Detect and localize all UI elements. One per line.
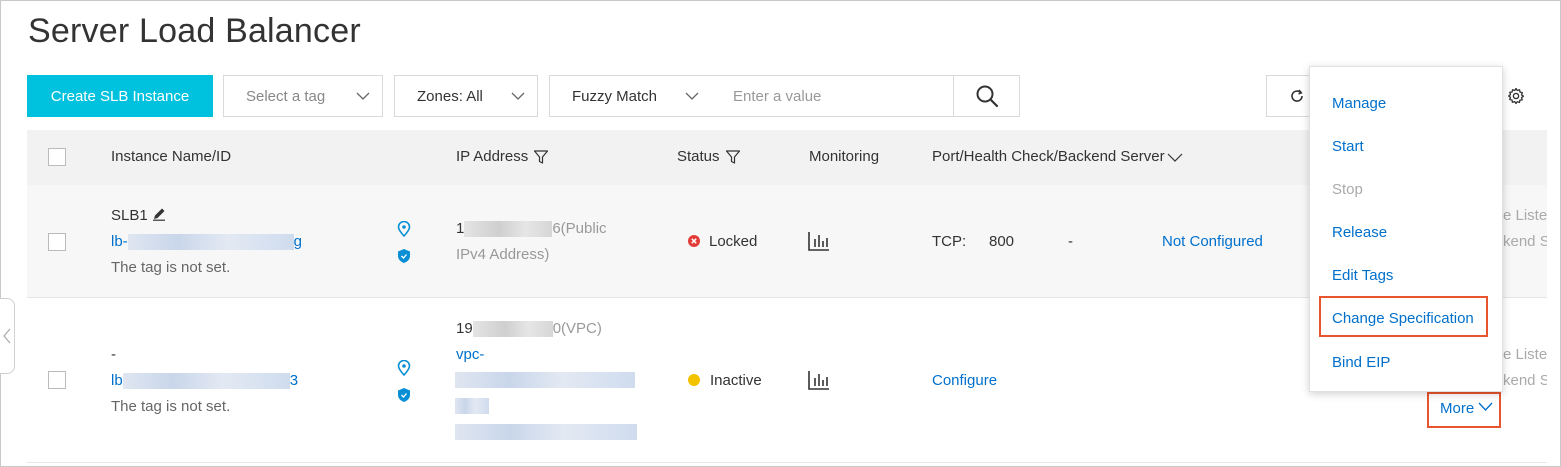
- action-backend-cut[interactable]: kend S: [1503, 372, 1547, 389]
- menu-item-manage[interactable]: Manage: [1332, 95, 1386, 112]
- redacted-vpc-id: [455, 372, 635, 388]
- backend-server-link[interactable]: Not Configured: [1162, 233, 1263, 250]
- filter-icon[interactable]: [533, 149, 549, 165]
- configure-link[interactable]: Configure: [932, 372, 997, 389]
- redacted-id: [122, 373, 290, 390]
- row-checkbox[interactable]: [48, 371, 66, 389]
- redacted-id: [127, 234, 294, 251]
- instance-name: SLB1: [111, 207, 166, 224]
- monitoring-chart-icon[interactable]: [808, 231, 830, 251]
- header-port-health-backend[interactable]: Port/Health Check/Backend Server: [932, 148, 1183, 165]
- redacted-vpc-id: [455, 398, 489, 414]
- listener-protocol: TCP:: [932, 233, 967, 250]
- chevron-down-icon: [685, 92, 699, 100]
- menu-item-stop: Stop: [1332, 181, 1363, 198]
- change-specification-highlight: [1319, 296, 1488, 337]
- instance-name: -: [111, 346, 116, 363]
- location-pin-icon[interactable]: [397, 221, 411, 237]
- header-port-label: Port/Health Check/Backend Server: [932, 148, 1165, 165]
- shield-icon[interactable]: [397, 387, 411, 403]
- action-add-listener-cut[interactable]: e Liste: [1503, 207, 1547, 224]
- page-title: Server Load Balancer: [28, 12, 361, 50]
- menu-item-start[interactable]: Start: [1332, 138, 1364, 155]
- instance-id-link[interactable]: lb 3: [111, 372, 298, 390]
- tag-select-placeholder: Select a tag: [246, 87, 326, 105]
- filter-icon[interactable]: [725, 149, 741, 165]
- tag-status: The tag is not set.: [111, 398, 231, 415]
- row-checkbox[interactable]: [48, 233, 66, 251]
- create-slb-instance-button[interactable]: Create SLB Instance: [27, 75, 213, 117]
- instance-id-link[interactable]: lb-g: [111, 233, 302, 251]
- tag-select[interactable]: Select a tag: [223, 75, 383, 117]
- redacted-ip: [464, 221, 553, 238]
- chevron-down-icon: [356, 92, 370, 100]
- status-badge: Locked: [688, 233, 757, 250]
- health-check-status: -: [1068, 233, 1073, 250]
- menu-item-bind-eip[interactable]: Bind EIP: [1332, 354, 1390, 371]
- warning-dot-icon: [688, 374, 700, 387]
- location-pin-icon[interactable]: [397, 360, 411, 376]
- select-all-checkbox[interactable]: [48, 148, 66, 166]
- more-actions-menu: Manage Start Stop Release Edit Tags Chan…: [1309, 66, 1503, 392]
- action-backend-cut[interactable]: kend S: [1503, 233, 1547, 250]
- chevron-down-icon: [1167, 153, 1183, 162]
- action-add-listener-cut[interactable]: e Liste: [1503, 346, 1547, 363]
- header-monitoring: Monitoring: [809, 148, 880, 165]
- zones-select[interactable]: Zones: All: [394, 75, 538, 117]
- search-placeholder: Enter a value: [733, 87, 822, 105]
- refresh-icon: [1291, 89, 1303, 102]
- gear-icon: [1507, 87, 1525, 105]
- search-input[interactable]: Enter a value: [711, 75, 954, 117]
- match-mode-value: Fuzzy Match: [572, 87, 658, 105]
- tag-status: The tag is not set.: [111, 259, 231, 276]
- chevron-down-icon: [511, 92, 525, 100]
- edit-icon[interactable]: [152, 207, 166, 221]
- header-ip-label: IP Address: [456, 148, 529, 165]
- shield-icon[interactable]: [397, 248, 411, 264]
- ip-type: IPv4 Address): [456, 246, 550, 263]
- listener-port: 800: [989, 233, 1015, 250]
- status-badge: Inactive: [688, 372, 762, 389]
- header-ip-address[interactable]: IP Address: [456, 148, 549, 165]
- header-instance-name: Instance Name/ID: [111, 148, 232, 165]
- ip-address: 1 6(Public: [456, 220, 607, 238]
- chevron-left-icon: [2, 328, 10, 344]
- search-button[interactable]: [953, 75, 1020, 117]
- vpc-link[interactable]: vpc-: [456, 346, 484, 363]
- menu-item-edit-tags[interactable]: Edit Tags: [1332, 267, 1393, 284]
- header-status-label: Status: [677, 148, 720, 165]
- redacted-vswitch-id: [455, 424, 637, 440]
- match-mode-select[interactable]: Fuzzy Match: [549, 75, 712, 117]
- menu-item-release[interactable]: Release: [1332, 224, 1387, 241]
- sidebar-collapse-handle[interactable]: [0, 298, 15, 374]
- header-status[interactable]: Status: [677, 148, 741, 165]
- error-icon: [688, 235, 700, 247]
- redacted-ip: [472, 321, 553, 338]
- chevron-down-icon: [1478, 402, 1493, 411]
- ip-address: 19 0(VPC): [456, 320, 602, 338]
- search-icon: [976, 85, 998, 108]
- more-actions-button[interactable]: More: [1440, 400, 1493, 417]
- zones-select-value: Zones: All: [417, 87, 483, 105]
- monitoring-chart-icon[interactable]: [808, 370, 830, 390]
